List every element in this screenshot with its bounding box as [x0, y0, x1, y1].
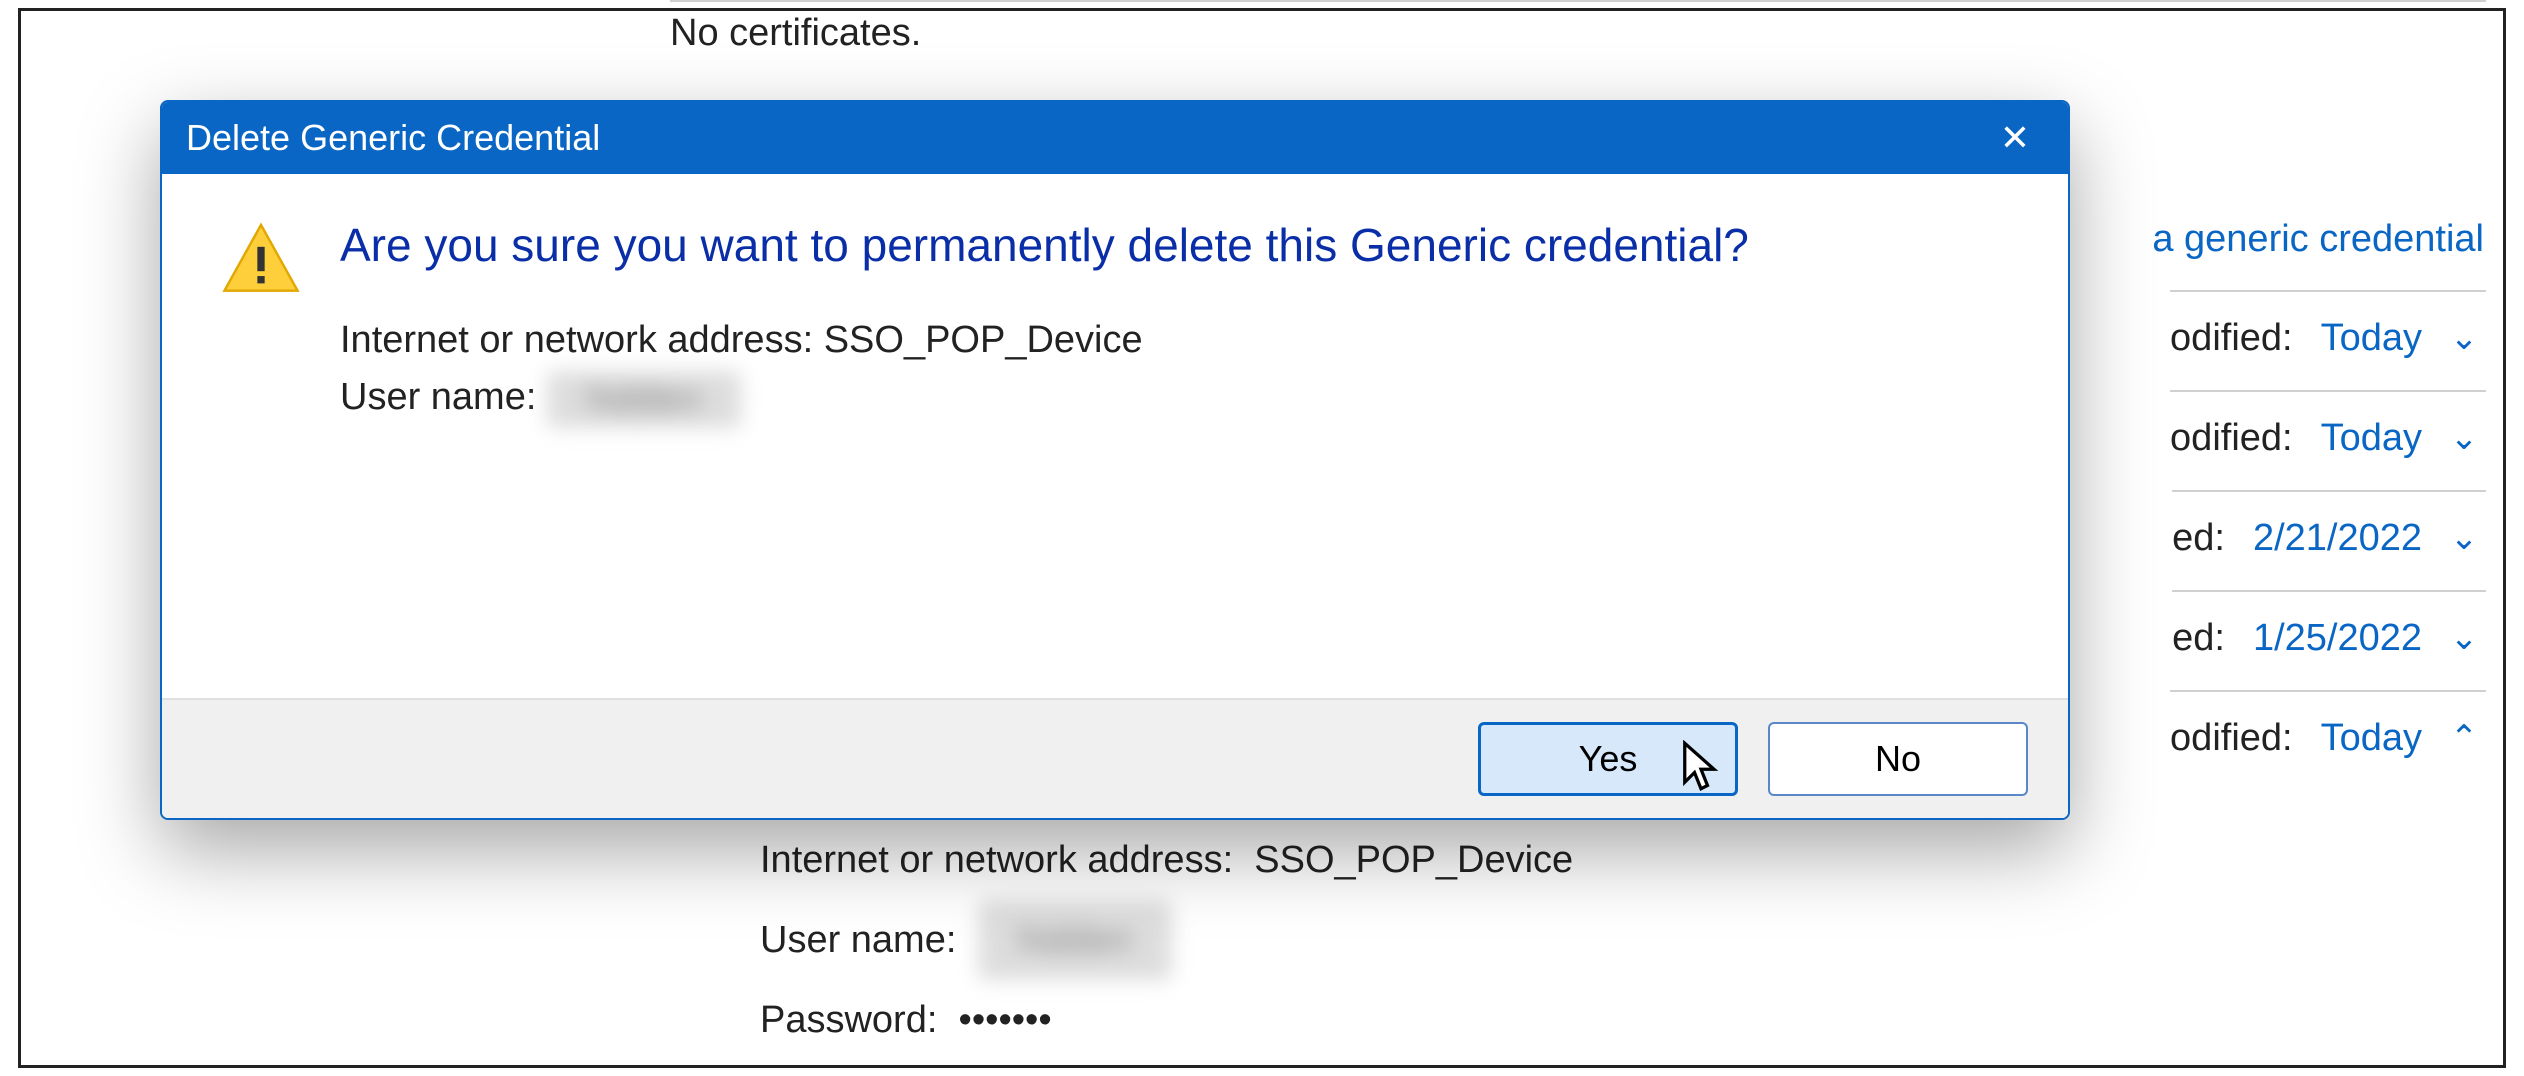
- dialog-user-value-redacted: hidden: [547, 371, 741, 428]
- credential-row[interactable]: ed: 1/25/2022 ⌄: [2172, 590, 2486, 684]
- modified-label: odified:: [2170, 717, 2293, 760]
- add-generic-credential-link[interactable]: a generic credential: [2152, 218, 2484, 261]
- detail-address-label: Internet or network address:: [760, 839, 1233, 881]
- detail-password-value: •••••••: [959, 999, 1052, 1041]
- credential-detail: Internet or network address: SSO_POP_Dev…: [760, 820, 1573, 1060]
- yes-button[interactable]: Yes: [1478, 722, 1738, 796]
- dialog-user-label: User name:: [340, 376, 536, 418]
- modified-label: odified:: [2170, 417, 2293, 460]
- dialog-question: Are you sure you want to permanently del…: [340, 214, 1749, 276]
- dialog-title: Delete Generic Credential: [186, 117, 600, 159]
- dialog-address-value: SSO_POP_Device: [824, 319, 1143, 361]
- credential-row[interactable]: odified: Today ⌄: [2170, 390, 2486, 484]
- chevron-down-icon[interactable]: ⌄: [2442, 418, 2486, 458]
- modified-label: ed:: [2172, 517, 2225, 560]
- divider: [670, 0, 2486, 2]
- modified-value: 2/21/2022: [2253, 517, 2422, 560]
- credential-row[interactable]: odified: Today ⌃: [2170, 690, 2486, 784]
- modified-value: Today: [2321, 317, 2422, 360]
- chevron-down-icon[interactable]: ⌄: [2442, 518, 2486, 558]
- delete-credential-dialog: Delete Generic Credential ✕ Are you sure…: [160, 100, 2070, 820]
- dialog-button-row: Yes No: [162, 698, 2068, 818]
- detail-address-value: SSO_POP_Device: [1254, 839, 1573, 881]
- chevron-down-icon[interactable]: ⌄: [2442, 618, 2486, 658]
- modified-label: odified:: [2170, 317, 2293, 360]
- modified-value: 1/25/2022: [2253, 617, 2422, 660]
- chevron-down-icon[interactable]: ⌄: [2442, 318, 2486, 358]
- modified-value: Today: [2321, 717, 2422, 760]
- modified-label: ed:: [2172, 617, 2225, 660]
- credential-row[interactable]: odified: Today ⌄: [2170, 290, 2486, 384]
- no-certificates-text: No certificates.: [670, 12, 921, 55]
- detail-user-label: User name:: [760, 919, 956, 961]
- detail-password-label: Password:: [760, 999, 937, 1041]
- modified-value: Today: [2321, 417, 2422, 460]
- credential-row[interactable]: ed: 2/21/2022 ⌄: [2172, 490, 2486, 584]
- chevron-up-icon[interactable]: ⌃: [2442, 718, 2486, 758]
- detail-user-value-redacted: hidden: [978, 900, 1172, 980]
- no-button[interactable]: No: [1768, 722, 2028, 796]
- warning-icon: [222, 220, 300, 298]
- dialog-address-label: Internet or network address:: [340, 319, 813, 361]
- dialog-titlebar: Delete Generic Credential ✕: [162, 102, 2068, 174]
- close-icon[interactable]: ✕: [1986, 112, 2044, 164]
